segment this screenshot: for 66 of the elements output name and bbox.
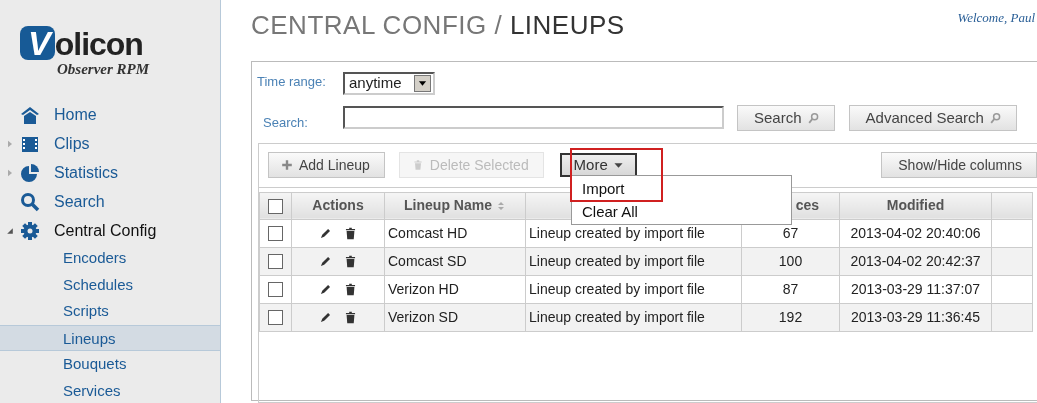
- table-cell: Comcast SD: [384, 247, 526, 275]
- table-cell: 87: [741, 275, 840, 303]
- search-icon: [989, 111, 1002, 124]
- table-cell: Lineup created by import file: [525, 303, 742, 331]
- sidebar-item[interactable]: Clips: [54, 131, 90, 156]
- caret-icon: [613, 160, 623, 170]
- pie-chart-icon: [20, 162, 40, 183]
- search-icon: [807, 111, 820, 124]
- edit-icon[interactable]: [319, 283, 332, 297]
- sidebar-item[interactable]: Central Config: [54, 218, 157, 243]
- add-button[interactable]: Add Lineup: [268, 152, 385, 178]
- sidebar-subitem[interactable]: Services: [0, 377, 220, 403]
- sidebar-subitem[interactable]: Schedules: [0, 271, 220, 298]
- search-label: Search:: [262, 114, 309, 132]
- sidebar-subitem[interactable]: Bouquets: [0, 351, 220, 378]
- delete-icon[interactable]: [344, 283, 357, 297]
- logo-text: olicon: [54, 26, 143, 62]
- search-icon: [20, 191, 40, 212]
- column-header[interactable]: Modified: [839, 192, 992, 219]
- advanced-search-button[interactable]: Advanced Search: [848, 104, 1017, 131]
- checkbox[interactable]: [268, 254, 283, 270]
- table-cell: 2013-04-02 20:42:37: [839, 247, 992, 275]
- checkbox[interactable]: [268, 282, 283, 298]
- sidebar-subitem[interactable]: Lineups: [0, 324, 220, 351]
- trash-icon: [411, 159, 424, 171]
- checkbox[interactable]: [268, 226, 283, 242]
- table-cell: Verizon SD: [384, 303, 526, 331]
- column-header[interactable]: Actions: [291, 192, 385, 219]
- gear-icon: [20, 220, 40, 241]
- sidebar-item[interactable]: Statistics: [54, 160, 118, 185]
- menu-item[interactable]: Import: [572, 177, 791, 200]
- edit-icon[interactable]: [319, 255, 332, 269]
- checkbox[interactable]: [268, 198, 283, 214]
- table-cell: 192: [741, 303, 840, 331]
- delete-icon[interactable]: [344, 227, 357, 241]
- table-cell: 100: [741, 247, 840, 275]
- sidebar-subitem[interactable]: Encoders: [0, 245, 220, 272]
- table-cell: Lineup created by import file: [525, 247, 742, 275]
- plus-icon: [281, 159, 293, 171]
- table-cell: Comcast HD: [384, 219, 526, 247]
- edit-icon[interactable]: [319, 227, 332, 241]
- table-cell: 2013-04-02 20:40:06: [839, 219, 992, 247]
- logo-tagline: Observer RPM: [57, 61, 151, 77]
- time-range-label: Time range:: [257, 73, 327, 91]
- more-button[interactable]: More: [559, 153, 637, 177]
- search-button[interactable]: Search: [737, 104, 835, 131]
- table-cell: 2013-03-29 11:37:07: [839, 275, 992, 303]
- show-hide-columns-button[interactable]: Show/Hide columns: [881, 152, 1037, 178]
- page-title: CENTRAL CONFIG / LINEUPS: [251, 9, 625, 42]
- search-field[interactable]: [343, 106, 724, 130]
- welcome-text: Welcome, Paul: [957, 9, 1035, 27]
- edit-icon[interactable]: [319, 311, 332, 325]
- sidebar-item[interactable]: Home: [54, 102, 97, 127]
- time-range-select[interactable]: anytime: [343, 72, 435, 95]
- checkbox[interactable]: [268, 310, 283, 326]
- logo-mark: V: [20, 26, 55, 60]
- table-cell: Verizon HD: [384, 275, 526, 303]
- caret-icon: [418, 79, 427, 88]
- delete-icon[interactable]: [344, 311, 357, 325]
- table-cell: Lineup created by import file: [525, 275, 742, 303]
- home-icon: [20, 104, 40, 125]
- column-header[interactable]: Lineup Name: [384, 192, 526, 219]
- sidebar-item[interactable]: Search: [54, 189, 105, 214]
- table-cell: 2013-03-29 11:36:45: [839, 303, 992, 331]
- delete-icon[interactable]: [344, 255, 357, 269]
- sidebar-subitem[interactable]: Scripts: [0, 298, 220, 325]
